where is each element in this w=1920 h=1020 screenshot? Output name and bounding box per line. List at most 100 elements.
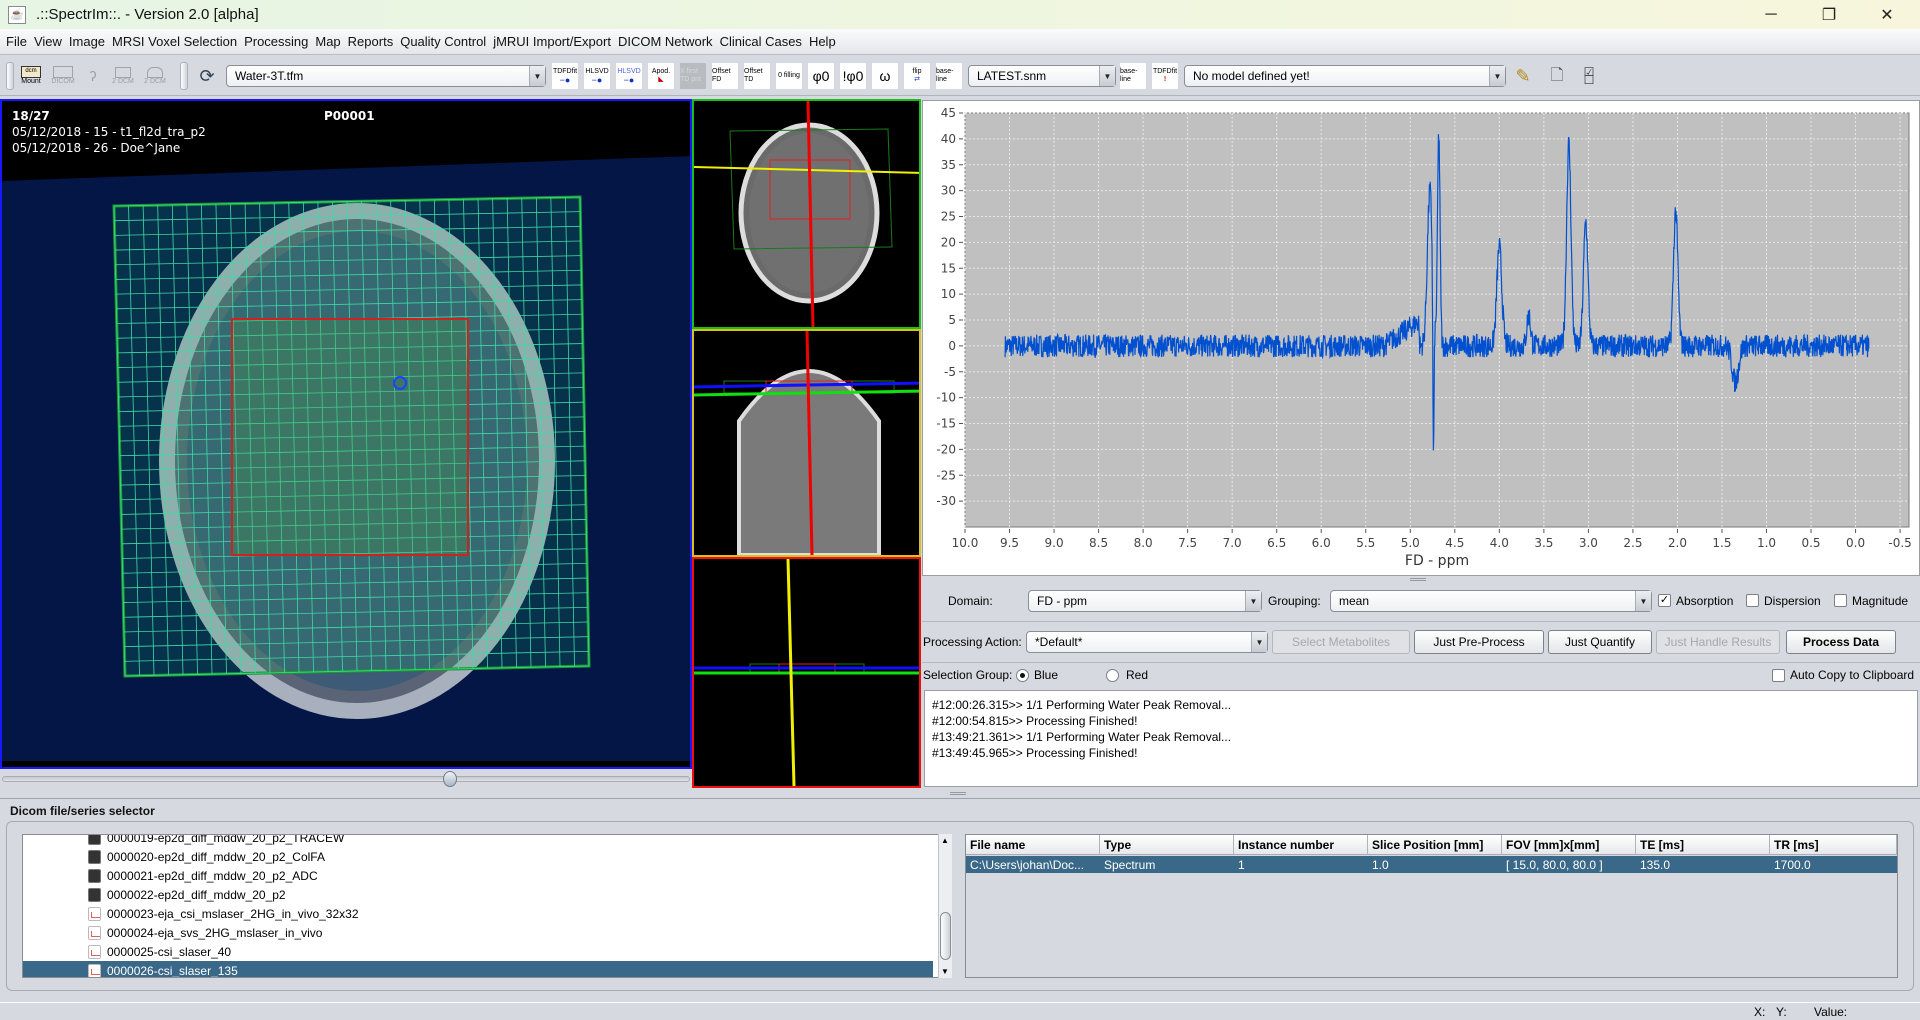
spectrum-chart-panel[interactable]: 10.0 9.5 9.0 8.5 8.0 7.5 7.0 6.5 6.0 5.5 5.0 4.5 4.0…: [922, 100, 1920, 576]
snm-file-select[interactable]: LATEST.snm ▼: [968, 65, 1116, 87]
grouping-select[interactable]: mean ▼: [1330, 590, 1652, 612]
hlsvd-alt-button[interactable]: HLSVD −●: [616, 63, 642, 89]
series-name: 0000021-ep2d_diff_mddw_20_p2_ADC: [107, 868, 318, 883]
menu-clinical-cases[interactable]: Clinical Cases: [720, 34, 802, 49]
menu-file[interactable]: File: [6, 34, 27, 49]
edit-model-icon[interactable]: ✎: [1510, 63, 1536, 89]
column-header[interactable]: File name: [966, 835, 1100, 855]
menu-processing[interactable]: Processing: [244, 34, 308, 49]
menu-jmrui-import-export[interactable]: jMRUI Import/Export: [493, 34, 611, 49]
dicom-servers-button[interactable]: DICOM: [50, 63, 76, 89]
tdfdfit-button[interactable]: TDFDfit −●: [552, 63, 578, 89]
domain-select[interactable]: FD - ppm ▼: [1028, 590, 1262, 612]
zero-filling-button[interactable]: 0 filling: [776, 63, 802, 89]
blue-group-radio[interactable]: [1016, 669, 1029, 682]
computer-to-dcm-button[interactable]: 2 DCM: [110, 63, 136, 89]
series-item[interactable]: 0000022-ep2d_diff_mddw_20_p2: [23, 885, 933, 904]
phase0-button[interactable]: φ0: [808, 63, 834, 89]
magnitude-checkbox[interactable]: [1834, 594, 1847, 607]
scroll-down-icon[interactable]: ▼: [941, 967, 949, 976]
dicom-listen-button[interactable]: ʔ: [80, 63, 106, 89]
spectrum-chart[interactable]: 10.0 9.5 9.0 8.5 8.0 7.5 7.0 6.5 6.0 5.5 5.0 4.5 4.0…: [923, 101, 1919, 575]
remove-first-td-point-button[interactable]: X first TD pnt: [680, 63, 706, 89]
x-tick-label: 6.0: [1312, 536, 1331, 550]
sagittal-view[interactable]: [692, 557, 921, 788]
checklist-icon[interactable]: ☑ ☐: [1576, 63, 1602, 89]
menu-dicom-network[interactable]: DICOM Network: [618, 34, 713, 49]
dcm-folder-icon: dcm: [21, 66, 41, 78]
series-item[interactable]: 0000021-ep2d_diff_mddw_20_p2_ADC: [23, 866, 933, 885]
mrsi-image-view[interactable]: 18/27 P00001 05/12/2018 - 15 - t1_fl2d_t…: [0, 99, 692, 769]
flip-button[interactable]: flip ⇄: [904, 63, 930, 89]
menu-help[interactable]: Help: [809, 34, 836, 49]
log-line: #13:49:21.361>> 1/1 Performing Water Pea…: [932, 730, 1232, 744]
red-group-radio[interactable]: [1106, 669, 1119, 682]
close-button[interactable]: ✕: [1858, 0, 1916, 29]
frequency-shift-button[interactable]: ω: [872, 63, 898, 89]
scanner-to-dcm-button[interactable]: 2 DCM: [142, 63, 168, 89]
menu-quality-control[interactable]: Quality Control: [400, 34, 486, 49]
baseline-button[interactable]: base-line: [936, 63, 962, 89]
offset-fd-button[interactable]: Offset FD: [712, 63, 738, 89]
menu-reports[interactable]: Reports: [348, 34, 394, 49]
series-item[interactable]: 0000019-ep2d_diff_mddw_20_p2_TRACEW: [23, 835, 933, 847]
series-tree[interactable]: 0000019-ep2d_diff_mddw_20_p2_TRACEW 0000…: [22, 834, 952, 978]
processing-log[interactable]: #12:00:26.315>> 1/1 Performing Water Pea…: [924, 690, 1918, 787]
column-header[interactable]: TR [ms]: [1770, 835, 1897, 855]
series-name: 0000026-csi_slaser_135: [107, 963, 238, 978]
mount-dcm-button[interactable]: dcm Mount: [18, 63, 44, 89]
table-row[interactable]: C:\Users\johan\Doc... Spectrum 1 1.0 [ 1…: [966, 856, 1897, 873]
column-header[interactable]: Type: [1100, 835, 1234, 855]
series-item[interactable]: 0000020-ep2d_diff_mddw_20_p2_ColFA: [23, 847, 933, 866]
axial-view[interactable]: [692, 99, 921, 329]
slice-slider-thumb[interactable]: [443, 771, 457, 787]
model-file-select[interactable]: Water-3T.tfm ▼: [226, 65, 546, 87]
tdfdfit-check-button[interactable]: TDFDfit!: [1152, 63, 1178, 89]
select-metabolites-button[interactable]: Select Metabolites: [1272, 630, 1410, 654]
restore-button[interactable]: ❐: [1800, 0, 1858, 29]
menu-mrsi-voxel-selection[interactable]: MRSI Voxel Selection: [112, 34, 237, 49]
auto-phase0-button[interactable]: !φ0: [840, 63, 866, 89]
series-item[interactable]: 0000023-eja_csi_mslaser_2HG_in_vivo_32x3…: [23, 904, 933, 923]
absorption-checkbox[interactable]: ✓: [1658, 594, 1671, 607]
toolbar-grip[interactable]: [180, 62, 188, 90]
just-preprocess-button[interactable]: Just Pre-Process: [1414, 630, 1544, 654]
series-item[interactable]: 0000024-eja_svs_2HG_mslaser_in_vivo: [23, 923, 933, 942]
minimize-button[interactable]: ─: [1742, 0, 1800, 29]
hlsvd-button[interactable]: HLSVD −●: [584, 63, 610, 89]
x-tick-label: 5.5: [1356, 536, 1375, 550]
menu-map[interactable]: Map: [315, 34, 340, 49]
menu-view[interactable]: View: [34, 34, 62, 49]
series-item-selected[interactable]: 0000026-csi_slaser_135: [23, 961, 933, 978]
model-select-value: No model defined yet!: [1193, 69, 1310, 83]
apodization-button[interactable]: Apod. ◣: [648, 63, 674, 89]
split-pane-divider[interactable]: [950, 792, 966, 795]
dispersion-checkbox[interactable]: [1746, 594, 1759, 607]
refresh-icon[interactable]: ⟳: [194, 63, 220, 89]
model-select[interactable]: No model defined yet! ▼: [1184, 65, 1506, 87]
series-item[interactable]: 0000025-csi_slaser_40: [23, 942, 933, 961]
offset-td-button[interactable]: Offset TD: [744, 63, 770, 89]
just-quantify-button[interactable]: Just Quantify: [1548, 630, 1652, 654]
scroll-up-icon[interactable]: ▲: [941, 836, 949, 845]
scrollbar-thumb[interactable]: [940, 912, 951, 960]
coronal-view[interactable]: [692, 329, 921, 557]
to-dcm-label: 2 DCM: [112, 77, 134, 85]
toolbar-grip[interactable]: [6, 62, 14, 90]
auto-copy-checkbox[interactable]: [1772, 669, 1785, 682]
slice-slider-track[interactable]: [2, 776, 690, 782]
column-header[interactable]: FOV [mm]x[mm]: [1502, 835, 1636, 855]
series-tree-scrollbar[interactable]: ▲ ▼: [938, 834, 952, 978]
processing-action-select[interactable]: *Default* ▼: [1026, 631, 1268, 653]
column-header[interactable]: Slice Position [mm]: [1368, 835, 1502, 855]
process-data-button[interactable]: Process Data: [1786, 630, 1896, 654]
log-line: #12:00:54.815>> Processing Finished!: [932, 714, 1138, 728]
menu-image[interactable]: Image: [69, 34, 105, 49]
split-pane-divider[interactable]: [1410, 578, 1426, 581]
new-model-icon[interactable]: 🗋: [1544, 63, 1570, 89]
baseline-check-button[interactable]: base-line: [1120, 63, 1146, 89]
column-header[interactable]: TE [ms]: [1636, 835, 1770, 855]
series-files-table[interactable]: File name Type Instance number Slice Pos…: [965, 834, 1898, 978]
column-header[interactable]: Instance number: [1234, 835, 1368, 855]
just-handle-results-button[interactable]: Just Handle Results: [1656, 630, 1780, 654]
